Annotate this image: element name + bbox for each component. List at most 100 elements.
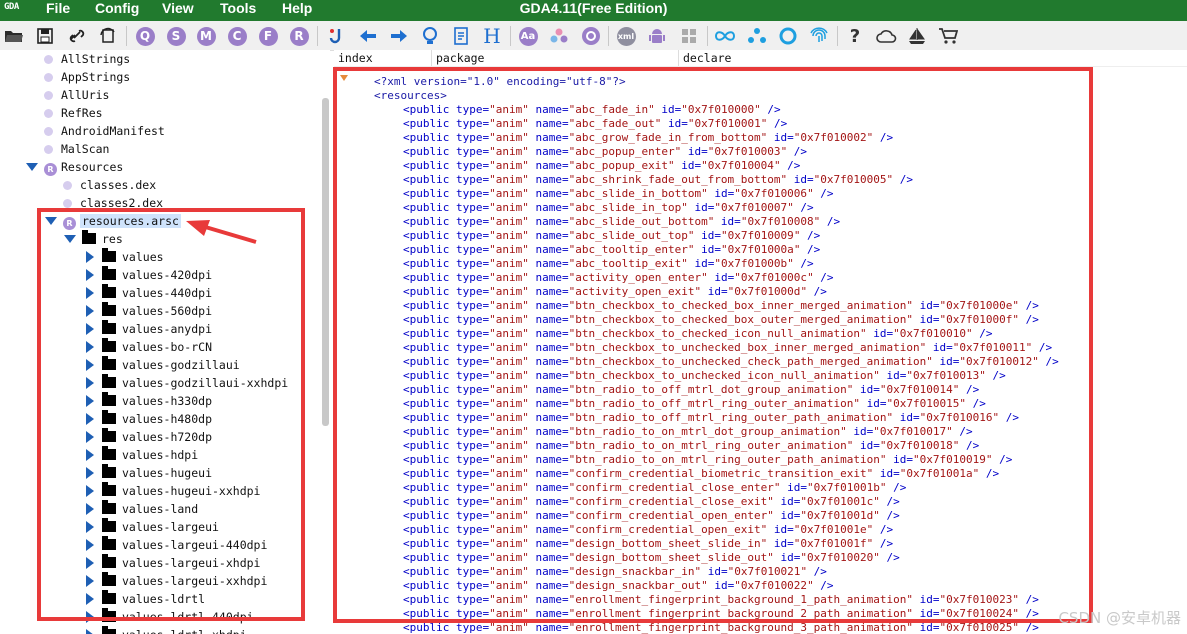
sailboat-icon[interactable]	[906, 25, 928, 47]
menu-tools[interactable]: Tools	[220, 0, 256, 21]
menu-view[interactable]: View	[162, 0, 194, 21]
name-value: btn_checkbox_to_unchecked_check_path_mer…	[575, 355, 927, 368]
collapse-arrow-icon[interactable]	[86, 377, 94, 389]
collapse-arrow-icon[interactable]	[86, 485, 94, 497]
collapse-arrow-icon[interactable]	[86, 269, 94, 281]
tree-item-alluris[interactable]: AllUris	[44, 86, 109, 104]
xml-public-line: <public type="anim" name="abc_slide_out_…	[403, 215, 841, 228]
tree-item-folder[interactable]: values-hugeui	[86, 464, 212, 482]
tree-item-folder[interactable]: values-440dpi	[86, 284, 212, 302]
tree-item-folder[interactable]: values-hugeui-xxhdpi	[86, 482, 260, 500]
expand-arrow-icon[interactable]	[26, 163, 38, 171]
tree-item-malscan[interactable]: MalScan	[44, 140, 109, 158]
forward-arrow-icon[interactable]	[388, 25, 410, 47]
code-view[interactable]: <?xml version="1.0" encoding="utf-8"?> <…	[334, 67, 1187, 634]
tree-item-folder[interactable]: values-land	[86, 500, 198, 518]
fingerprint-icon[interactable]	[808, 25, 830, 47]
collapse-arrow-icon[interactable]	[86, 593, 94, 605]
tree-item-folder[interactable]: values-h480dp	[86, 410, 212, 428]
collapse-arrow-icon[interactable]	[86, 431, 94, 443]
tree-item-folder[interactable]: values-largeui	[86, 518, 219, 536]
tree-item-resources[interactable]: R Resources	[26, 158, 123, 176]
h-button[interactable]: H	[481, 24, 503, 48]
tree-item-folder[interactable]: values-anydpi	[86, 320, 212, 338]
tree-item-folder[interactable]: values-largeui-440dpi	[86, 536, 267, 554]
tree-item-folder[interactable]: values-largeui-xxhdpi	[86, 572, 267, 590]
android-icon[interactable]	[646, 25, 668, 47]
tree-item-androidmanifest[interactable]: AndroidManifest	[44, 122, 165, 140]
column-package[interactable]: package	[431, 50, 484, 66]
column-index[interactable]: index	[334, 50, 373, 66]
search-f-button[interactable]: F	[257, 25, 279, 47]
collapse-arrow-icon[interactable]	[86, 539, 94, 551]
tree-item-folder[interactable]: values-h330dp	[86, 392, 212, 410]
help-button[interactable]: ?	[844, 25, 866, 47]
xml-button[interactable]: xml	[615, 25, 637, 47]
tree-item-folder[interactable]: values-godzillaui	[86, 356, 240, 374]
tree-item-appstrings[interactable]: AppStrings	[44, 68, 130, 86]
collapse-arrow-icon[interactable]	[86, 575, 94, 587]
menu-help[interactable]: Help	[282, 0, 312, 21]
collapse-arrow-icon[interactable]	[86, 323, 94, 335]
tree-item-res[interactable]: res	[64, 230, 123, 248]
collapse-arrow-icon[interactable]	[86, 359, 94, 371]
search-m-button[interactable]: M	[195, 25, 217, 47]
tree-item-refres[interactable]: RefRes	[44, 104, 103, 122]
menu-config[interactable]: Config	[95, 0, 139, 21]
collapse-arrow-icon[interactable]	[86, 341, 94, 353]
collapse-arrow-icon[interactable]	[86, 557, 94, 569]
tree-item-folder[interactable]: values-h720dp	[86, 428, 212, 446]
tree-item-folder[interactable]: values-ldrtl-xhdpi	[86, 626, 247, 634]
tree-item-classes-dex[interactable]: classes.dex	[63, 176, 156, 194]
link-icon[interactable]	[66, 25, 88, 47]
tree-item-folder[interactable]: values-560dpi	[86, 302, 212, 320]
collapse-arrow-icon[interactable]	[86, 467, 94, 479]
collapse-arrow-icon[interactable]	[86, 503, 94, 515]
back-arrow-icon[interactable]	[357, 25, 379, 47]
aa-button[interactable]: Aa	[517, 25, 539, 47]
gear-icon[interactable]	[580, 25, 602, 47]
tree-item-folder[interactable]: values-largeui-xhdpi	[86, 554, 260, 572]
cart-icon[interactable]	[937, 25, 959, 47]
collapse-arrow-icon[interactable]	[86, 521, 94, 533]
collapse-arrow-icon[interactable]	[86, 449, 94, 461]
tree-item-folder[interactable]: values-hdpi	[86, 446, 198, 464]
menu-file[interactable]: File	[46, 0, 70, 21]
windows-icon[interactable]	[678, 25, 700, 47]
collapse-arrow-icon[interactable]	[86, 611, 94, 623]
search-r-button[interactable]: R	[288, 25, 310, 47]
tree-scrollbar[interactable]	[322, 98, 329, 426]
collapse-arrow-icon[interactable]	[86, 395, 94, 407]
collapse-arrow-icon[interactable]	[86, 305, 94, 317]
cloud-icon[interactable]	[875, 25, 897, 47]
tree-item-folder[interactable]: values	[86, 248, 164, 266]
tree-item-folder[interactable]: values-ldrtl	[86, 590, 205, 608]
search-s-button[interactable]: S	[165, 25, 187, 47]
infinity-icon[interactable]	[714, 25, 736, 47]
column-declare[interactable]: declare	[678, 50, 731, 66]
collapse-arrow-icon[interactable]	[86, 287, 94, 299]
notes-icon[interactable]	[450, 25, 472, 47]
lightbulb-icon[interactable]	[419, 25, 441, 47]
refresh-document-icon[interactable]	[97, 25, 119, 47]
search-c-button[interactable]: C	[226, 25, 248, 47]
tree-item-folder[interactable]: values-godzillaui-xxhdpi	[86, 374, 288, 392]
collapse-arrow-icon[interactable]	[86, 413, 94, 425]
tree-item-classes2-dex[interactable]: classes2.dex	[63, 194, 163, 212]
expand-arrow-icon[interactable]	[45, 217, 57, 225]
dots-icon[interactable]	[548, 25, 570, 47]
network-icon[interactable]	[746, 25, 768, 47]
collapse-arrow-icon[interactable]	[86, 251, 94, 263]
tree-item-resources-arsc[interactable]: Rresources.arsc	[45, 212, 181, 230]
save-icon[interactable]	[34, 25, 56, 47]
jump-icon[interactable]	[325, 25, 347, 47]
collapse-arrow-icon[interactable]	[86, 629, 94, 634]
ring-icon[interactable]	[777, 25, 799, 47]
tree-item-folder[interactable]: values-bo-rCN	[86, 338, 212, 356]
tree-item-folder[interactable]: values-ldrtl-440dpi	[86, 608, 254, 626]
tree-item-folder[interactable]: values-420dpi	[86, 266, 212, 284]
open-folder-icon[interactable]	[3, 25, 25, 47]
expand-arrow-icon[interactable]	[64, 235, 76, 243]
search-q-button[interactable]: Q	[134, 25, 156, 47]
tree-item-allstrings[interactable]: AllStrings	[44, 50, 130, 68]
